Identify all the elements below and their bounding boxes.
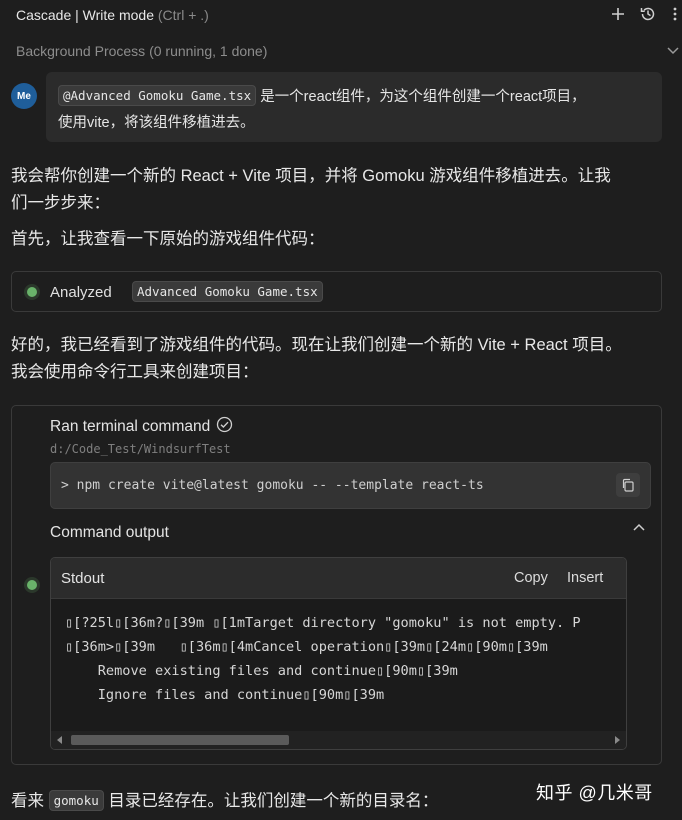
analyzed-label: Analyzed <box>50 284 112 301</box>
status-dot <box>27 580 37 590</box>
scroll-left-icon[interactable] <box>57 736 62 744</box>
assistant-paragraph-exists: 看来 gomoku 目录已经存在。让我们创建一个新的目录名： <box>11 787 438 811</box>
avatar: Me <box>11 83 37 109</box>
scroll-right-icon[interactable] <box>615 736 620 744</box>
insert-button[interactable]: Insert <box>567 570 603 586</box>
stdout-panel: Stdout Copy Insert ▯[?25l▯[36m?▯[39m ▯[1… <box>50 557 627 750</box>
ran-command-header: Ran terminal command <box>50 416 233 438</box>
paragraph-line: 我会使用命令行工具来创建项目： <box>11 363 259 381</box>
scrollbar-thumb[interactable] <box>71 735 289 745</box>
copy-button[interactable]: Copy <box>514 570 548 586</box>
panel-title: Cascade | Write mode (Ctrl + .) <box>16 7 209 23</box>
command-box: > npm create vite@latest gomoku -- --tem… <box>50 462 651 509</box>
ran-command-label: Ran terminal command <box>50 418 211 435</box>
chevron-up-icon[interactable] <box>632 521 648 537</box>
assistant-paragraph-intro: 我会帮你创建一个新的 React + Vite 项目，并将 Gomoku 游戏组… <box>11 163 671 217</box>
shortcut-hint: (Ctrl + .) <box>157 7 209 23</box>
paragraph-line: 我会帮你创建一个新的 React + Vite 项目，并将 Gomoku 游戏组… <box>11 167 611 185</box>
analyzed-file-chip[interactable]: Advanced Gomoku Game.tsx <box>132 281 323 302</box>
stdout-line: ▯[36m>▯[39m ▯[36m▯[4mCancel operation▯[3… <box>65 639 548 655</box>
copy-icon[interactable] <box>616 473 640 497</box>
stdout-body: ▯[?25l▯[36m?▯[39m ▯[1mTarget directory "… <box>51 599 626 733</box>
stdout-line: Ignore files and continue▯[90m▯[39m <box>65 687 385 703</box>
status-dot <box>27 287 37 297</box>
background-process-status[interactable]: Background Process (0 running, 1 done) <box>16 43 267 59</box>
stdout-line: Remove existing files and continue▯[90m▯… <box>65 663 458 679</box>
file-mention-chip[interactable]: @Advanced Gomoku Game.tsx <box>58 85 257 106</box>
plus-icon[interactable] <box>607 3 629 25</box>
horizontal-scrollbar[interactable] <box>51 731 626 749</box>
command-output-label[interactable]: Command output <box>50 524 169 542</box>
panel-header: Cascade | Write mode (Ctrl + .) <box>0 0 682 30</box>
user-message-line1: 是一个react组件，为这个组件创建一个react项目， <box>260 89 586 105</box>
title-text: Cascade | Write mode <box>16 7 154 23</box>
user-message: @Advanced Gomoku Game.tsx 是一个react组件，为这个… <box>46 72 662 142</box>
paragraph-prefix: 看来 <box>11 792 44 810</box>
directory-chip: gomoku <box>48 790 104 811</box>
chevron-down-icon[interactable] <box>666 43 682 59</box>
analyzed-step-card: Analyzed Advanced Gomoku Game.tsx <box>11 271 662 312</box>
watermark: 知乎 @几米哥 <box>536 783 653 803</box>
paragraph-line: 好的，我已经看到了游戏组件的代码。现在让我们创建一个新的 Vite + Reac… <box>11 336 622 354</box>
working-directory: d:/Code_Test/WindsurfTest <box>50 442 231 456</box>
assistant-paragraph-first: 首先，让我查看一下原始的游戏组件代码： <box>11 230 325 248</box>
stdout-label: Stdout <box>61 570 105 587</box>
stdout-header: Stdout Copy Insert <box>51 558 626 599</box>
terminal-command-card: Ran terminal command d:/Code_Test/Windsu… <box>11 405 662 765</box>
assistant-paragraph-create: 好的，我已经看到了游戏组件的代码。现在让我们创建一个新的 Vite + Reac… <box>11 332 671 386</box>
history-icon[interactable] <box>637 3 659 25</box>
stdout-line: ▯[?25l▯[36m?▯[39m ▯[1mTarget directory "… <box>65 615 581 631</box>
more-icon[interactable] <box>664 3 682 25</box>
command-text: > npm create vite@latest gomoku -- --tem… <box>61 478 484 493</box>
paragraph-suffix: 目录已经存在。让我们创建一个新的目录名： <box>108 792 439 810</box>
check-circle-icon <box>216 416 233 438</box>
user-message-line2: 使用vite，将该组件移植进去。 <box>58 115 255 131</box>
paragraph-line: 们一步步来： <box>11 194 110 212</box>
